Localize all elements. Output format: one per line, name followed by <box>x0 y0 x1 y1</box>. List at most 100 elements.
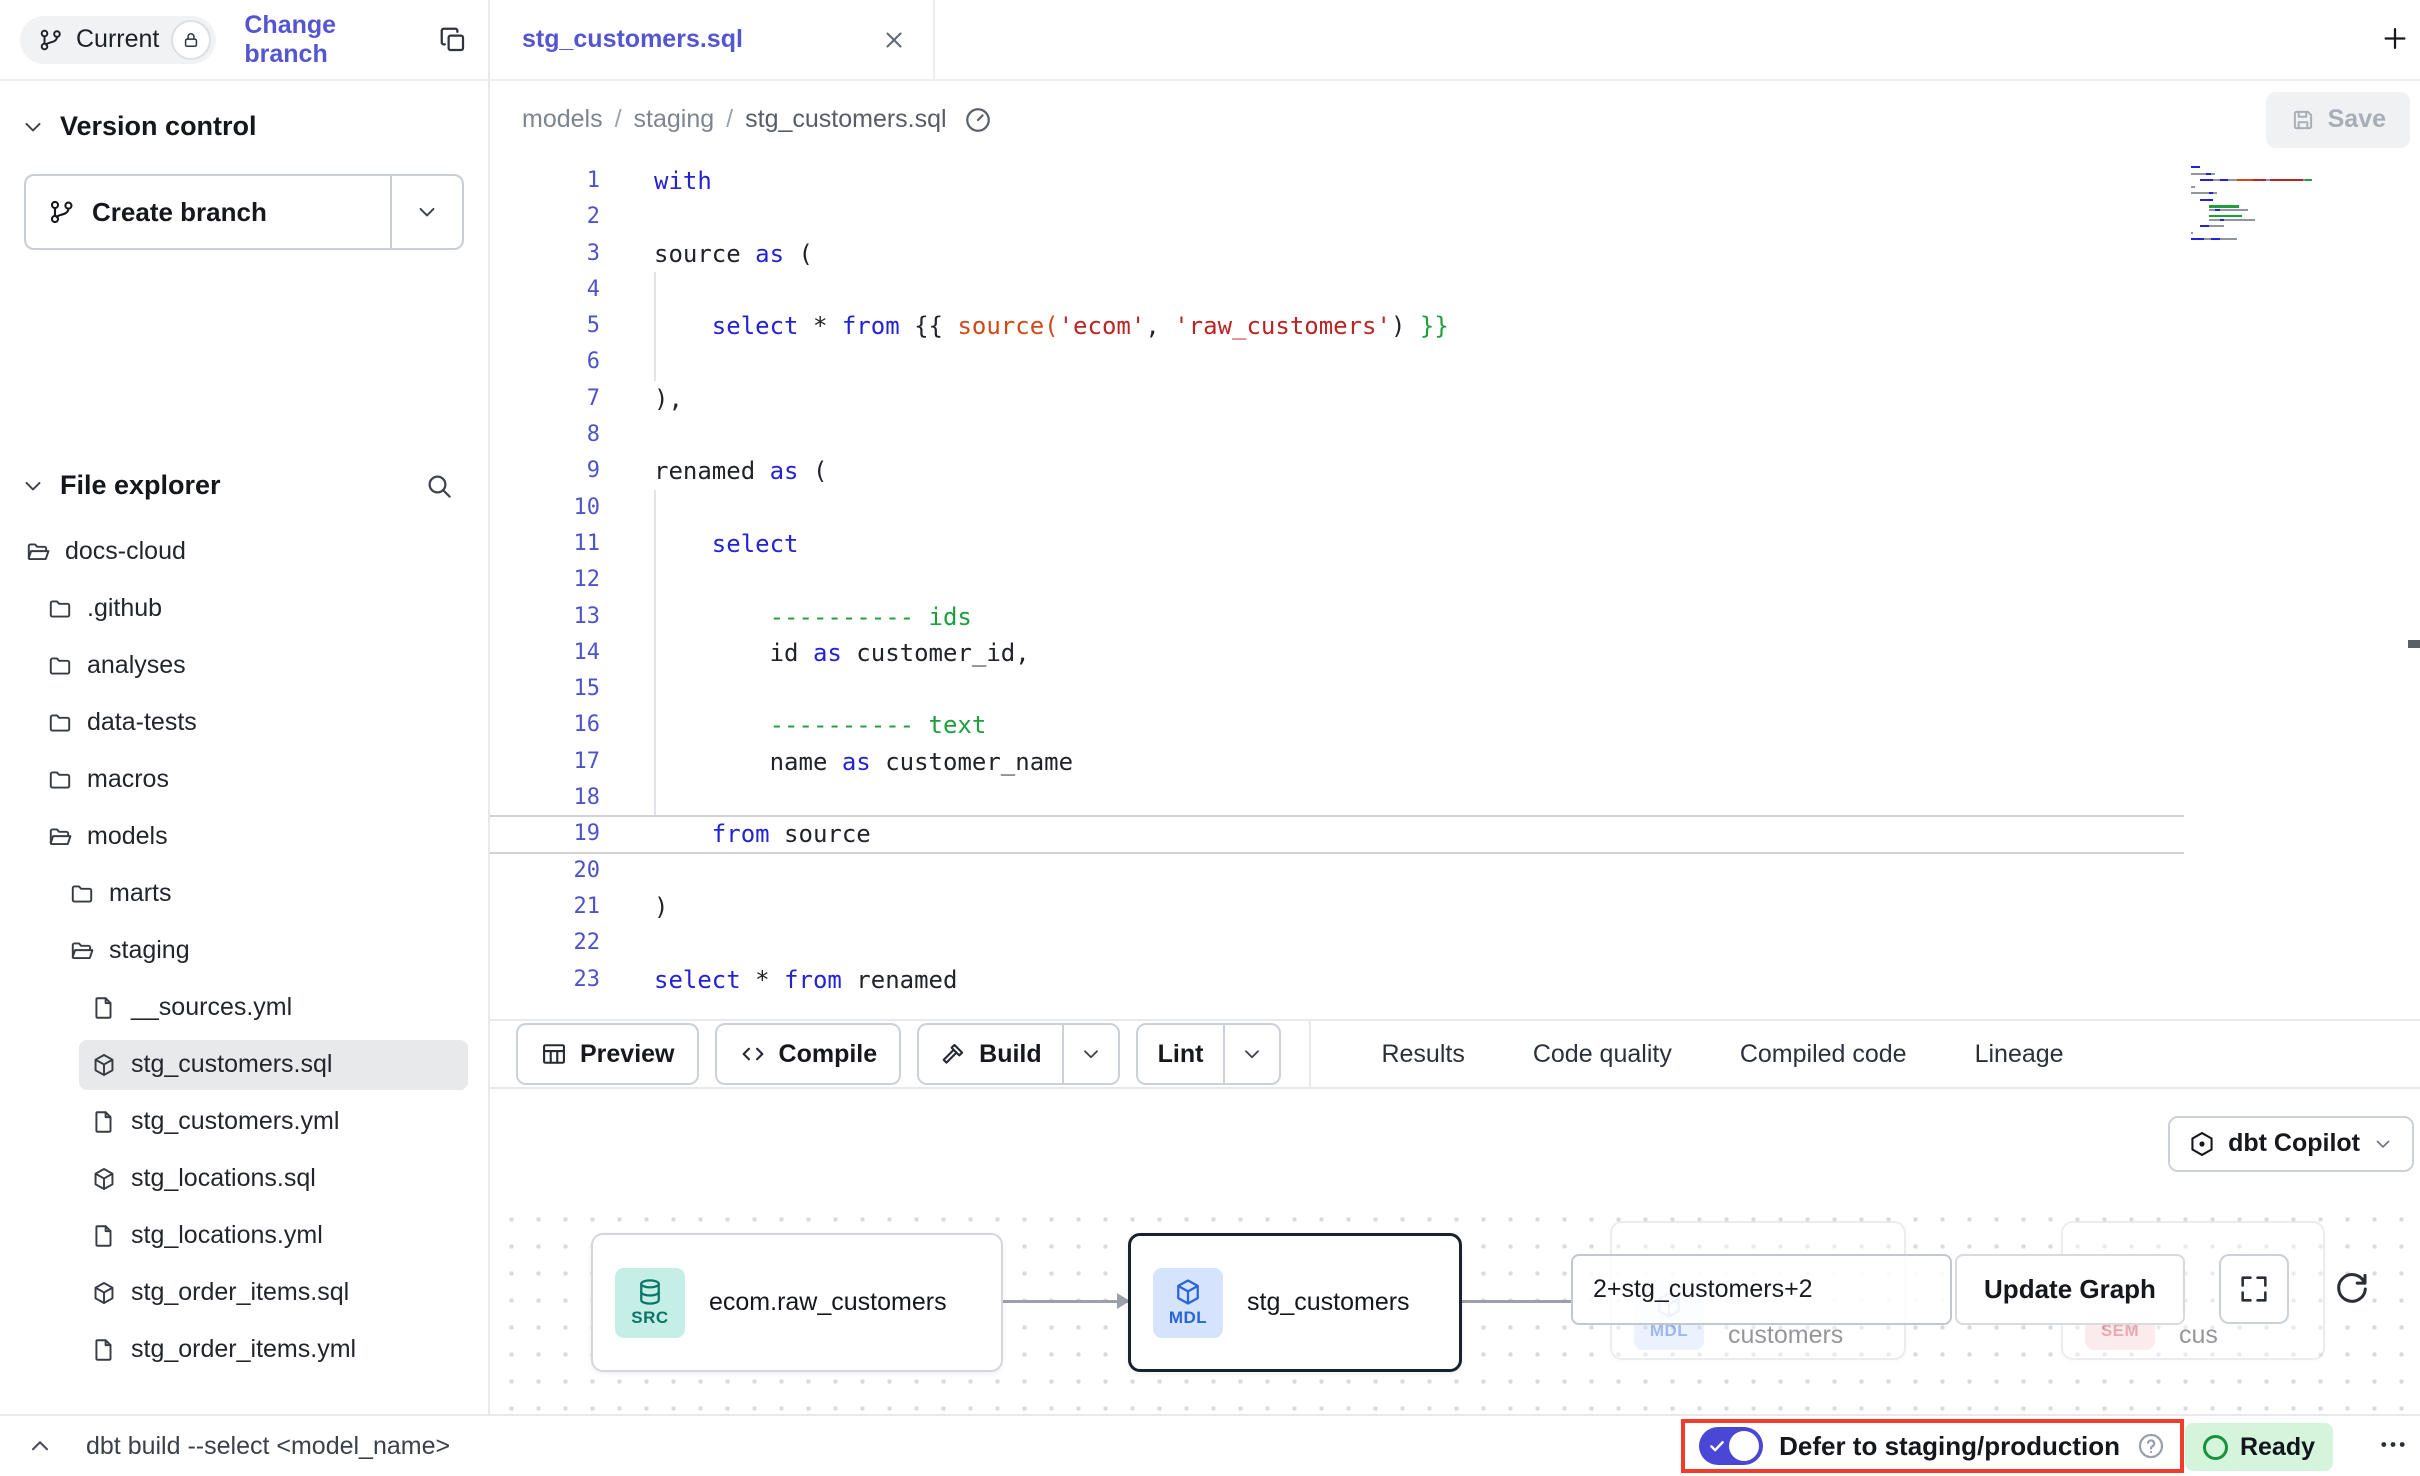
help-icon[interactable] <box>2136 1431 2166 1461</box>
breadcrumb-separator: / <box>615 105 622 134</box>
code-line-21[interactable]: 21) <box>490 889 2420 925</box>
line-content: id as customer_id, <box>600 635 2420 671</box>
code-line-9[interactable]: 9renamed as ( <box>490 453 2420 489</box>
version-control-title: Version control <box>60 111 257 142</box>
code-line-20[interactable]: 20 <box>490 853 2420 889</box>
save-label: Save <box>2328 105 2386 134</box>
compile-button[interactable]: Compile <box>715 1023 902 1085</box>
tree-item-label: models <box>87 822 168 851</box>
tree-item-stg_customers.yml[interactable]: stg_customers.yml <box>0 1093 488 1150</box>
file-explorer-header[interactable]: File explorer <box>20 470 468 501</box>
create-branch-caret[interactable] <box>390 176 462 248</box>
code-line-19[interactable]: 19 from source <box>490 816 2420 852</box>
code-line-22[interactable]: 22 <box>490 925 2420 961</box>
code-editor[interactable]: 1with23source as (45 select * from {{ so… <box>490 158 2420 1019</box>
code-line-8[interactable]: 8 <box>490 417 2420 453</box>
code-line-23[interactable]: 23select * from renamed <box>490 962 2420 998</box>
change-branch-link[interactable]: Change branch <box>244 11 416 69</box>
tree-item-models[interactable]: models <box>0 808 488 865</box>
code-line-10[interactable]: 10 <box>490 490 2420 526</box>
line-content <box>600 780 2420 816</box>
line-number: 21 <box>490 889 600 925</box>
code-line-2[interactable]: 2 <box>490 199 2420 235</box>
tree-item-analyses[interactable]: analyses <box>0 637 488 694</box>
code-line-13[interactable]: 13 ---------- ids <box>490 599 2420 635</box>
folder-icon <box>47 596 73 622</box>
preview-button[interactable]: Preview <box>516 1023 699 1085</box>
tree-item-data-tests[interactable]: data-tests <box>0 694 488 751</box>
tree-item-docs-cloud[interactable]: docs-cloud <box>0 523 488 580</box>
tab-code-quality[interactable]: Code quality <box>1503 1021 1702 1087</box>
save-button[interactable]: Save <box>2266 92 2410 148</box>
breadcrumb-item[interactable]: models <box>522 105 603 134</box>
line-number: 20 <box>490 853 600 889</box>
tab-stg-customers-sql[interactable]: stg_customers.sql <box>490 0 935 79</box>
collapse-panel-button[interactable] <box>26 1432 54 1460</box>
tab-results[interactable]: Results <box>1351 1021 1494 1087</box>
build-label: Build <box>979 1040 1042 1069</box>
code-line-17[interactable]: 17 name as customer_name <box>490 744 2420 780</box>
tree-item-macros[interactable]: macros <box>0 751 488 808</box>
tab-compiled-code[interactable]: Compiled code <box>1710 1021 1937 1087</box>
tree-item-stg_order_items.yml[interactable]: stg_order_items.yml <box>0 1321 488 1378</box>
code-line-1[interactable]: 1with <box>490 163 2420 199</box>
tree-item-staging[interactable]: staging <box>0 922 488 979</box>
main-panel: stg_customers.sql models/staging/stg_cus… <box>490 0 2420 1414</box>
tree-item-stg_order_items.sql[interactable]: stg_order_items.sql <box>0 1264 488 1321</box>
gauge-icon[interactable] <box>963 105 993 135</box>
node-label: ecom.raw_customers <box>709 1288 947 1317</box>
code-line-16[interactable]: 16 ---------- text <box>490 707 2420 743</box>
breadcrumb-item[interactable]: staging <box>634 105 715 134</box>
node-type-badge: MDL <box>1153 1268 1223 1338</box>
tree-item-.github[interactable]: .github <box>0 580 488 637</box>
refresh-button[interactable] <box>2320 1257 2384 1321</box>
copy-icon[interactable] <box>438 25 468 55</box>
close-icon[interactable] <box>881 27 907 53</box>
lineage-node-ecom.raw_customers[interactable]: SRCecom.raw_customers <box>591 1233 1003 1372</box>
code-line-11[interactable]: 11 select <box>490 526 2420 562</box>
build-options-caret[interactable] <box>1062 1025 1118 1083</box>
update-graph-button[interactable]: Update Graph <box>1955 1254 2185 1325</box>
line-content: source as ( <box>600 236 2420 272</box>
tree-item-__sources.yml[interactable]: __sources.yml <box>0 979 488 1036</box>
line-content: select * from {{ source('ecom', 'raw_cus… <box>600 308 2420 344</box>
check-icon <box>1708 1437 1726 1455</box>
code-line-15[interactable]: 15 <box>490 671 2420 707</box>
minimap[interactable] <box>2191 166 2315 241</box>
dbt-copilot-label: dbt Copilot <box>2228 1129 2360 1158</box>
lineage-selector-input[interactable] <box>1571 1254 1952 1325</box>
search-icon[interactable] <box>424 471 454 501</box>
dbt-copilot-icon <box>2188 1130 2216 1158</box>
tree-item-stg_locations.yml[interactable]: stg_locations.yml <box>0 1207 488 1264</box>
editor-toolbar: Preview Compile Build Lint <box>490 1019 2420 1089</box>
tree-item-marts[interactable]: marts <box>0 865 488 922</box>
tree-item-stg_locations.sql[interactable]: stg_locations.sql <box>0 1150 488 1207</box>
lint-options-caret[interactable] <box>1223 1025 1279 1083</box>
code-line-12[interactable]: 12 <box>490 562 2420 598</box>
lineage-node-stg_customers[interactable]: MDLstg_customers <box>1128 1233 1462 1372</box>
code-line-4[interactable]: 4 <box>490 272 2420 308</box>
tab-lineage[interactable]: Lineage <box>1945 1021 2094 1087</box>
lint-button[interactable]: Lint <box>1138 1025 1224 1083</box>
new-tab-button[interactable] <box>2380 23 2410 56</box>
tree-item-stg_customers.sql[interactable]: stg_customers.sql <box>0 1036 488 1093</box>
defer-toggle[interactable] <box>1699 1427 1763 1465</box>
code-line-14[interactable]: 14 id as customer_id, <box>490 635 2420 671</box>
current-branch-pill[interactable]: Current <box>20 16 216 64</box>
file-explorer-title: File explorer <box>60 470 221 501</box>
code-line-3[interactable]: 3source as ( <box>490 236 2420 272</box>
dbt-copilot-button[interactable]: dbt Copilot <box>2168 1116 2414 1172</box>
fullscreen-button[interactable] <box>2219 1254 2289 1324</box>
cube-icon <box>91 1166 117 1192</box>
version-control-header[interactable]: Version control <box>20 111 468 142</box>
build-button-group: Build <box>917 1023 1120 1085</box>
build-button[interactable]: Build <box>919 1025 1062 1083</box>
code-line-5[interactable]: 5 select * from {{ source('ecom', 'raw_c… <box>490 308 2420 344</box>
code-line-7[interactable]: 7), <box>490 381 2420 417</box>
code-line-18[interactable]: 18 <box>490 780 2420 816</box>
defer-label: Defer to staging/production <box>1779 1431 2120 1462</box>
scrollbar-thumb[interactable] <box>2408 640 2420 648</box>
create-branch-button[interactable]: Create branch <box>26 176 390 248</box>
more-options-button[interactable] <box>2376 1428 2410 1465</box>
code-line-6[interactable]: 6 <box>490 344 2420 380</box>
